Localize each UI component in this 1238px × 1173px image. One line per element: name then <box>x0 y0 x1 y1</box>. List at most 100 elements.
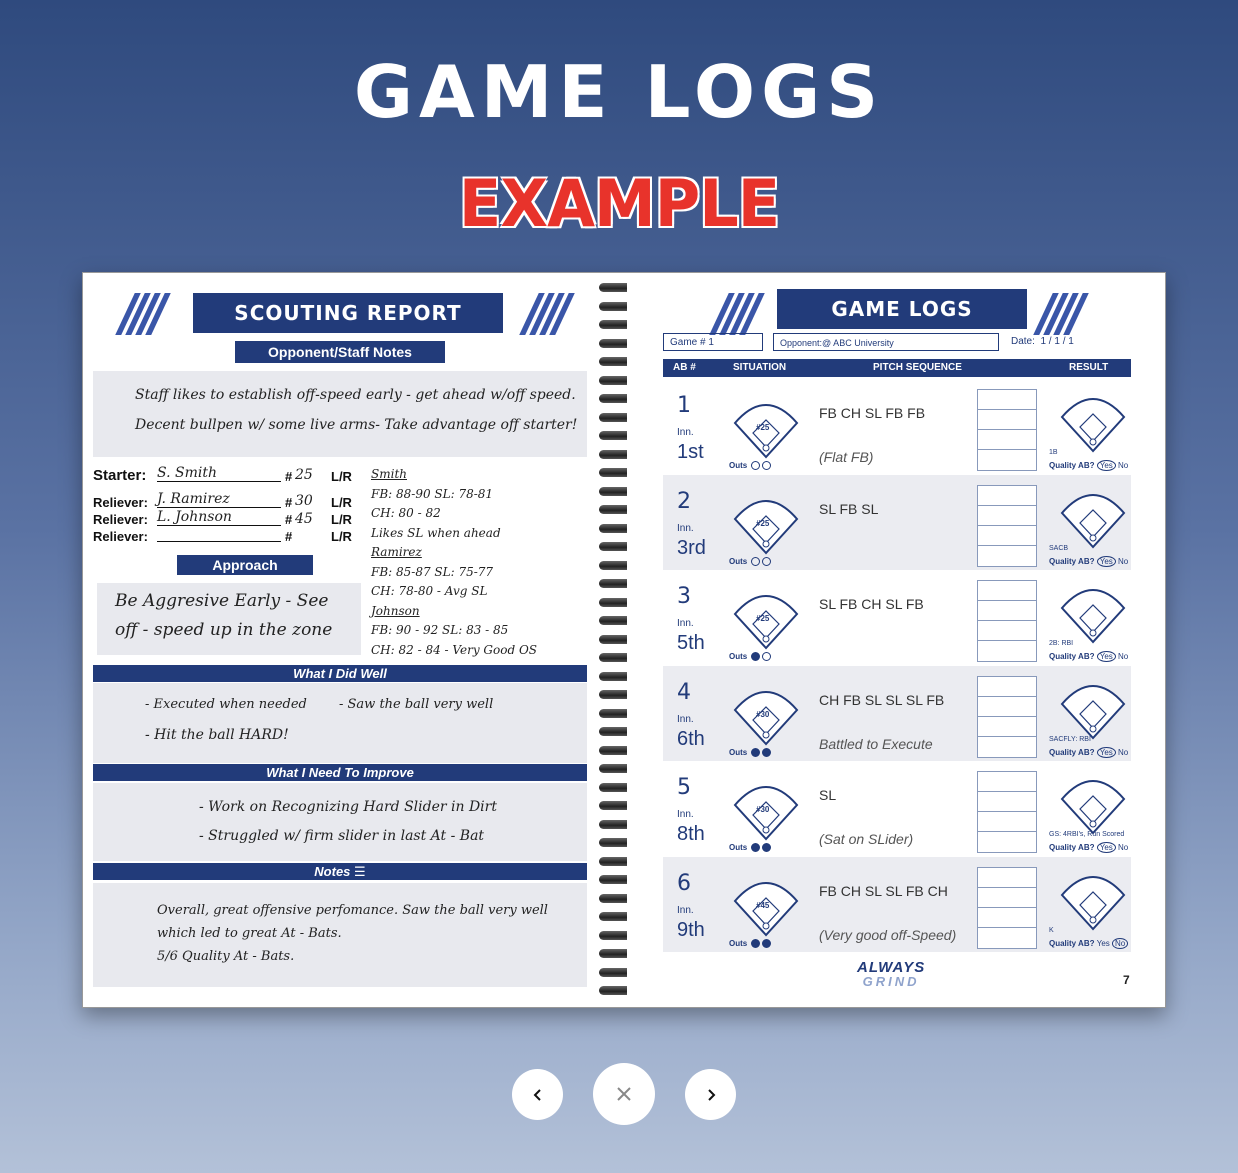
inning: 1st <box>677 441 704 463</box>
count-box <box>977 866 1037 949</box>
staff-note: Staff likes to establish off-speed early… <box>135 387 576 403</box>
pitcher-hash: # <box>285 529 293 544</box>
notes-header: Notes ☰ <box>93 863 587 880</box>
game-number-field: Game # 1 <box>663 333 763 351</box>
situation-diamond-icon: #25 <box>731 393 801 459</box>
approach-header: Approach <box>177 555 313 575</box>
ab-number: 2 <box>677 488 691 514</box>
left-page: SCOUTING REPORT Opponent/Staff Notes Sta… <box>83 273 621 1007</box>
count-box <box>977 389 1037 471</box>
improve-item: - Work on Recognizing Hard Slider in Dir… <box>199 799 497 815</box>
pitcher-role: Starter: <box>93 467 147 484</box>
result-field-icon <box>1058 769 1128 835</box>
pitch-sequence: FB CH SL FB FB <box>819 405 926 421</box>
pitcher-hash: # <box>285 495 293 510</box>
pitch-sequence: CH FB SL SL SL FB <box>819 691 945 708</box>
pitch-note: (Very good off-Speed) <box>819 926 957 943</box>
quality-ab: Quality AB? Yes No <box>1049 842 1129 853</box>
result-text: 1B <box>1049 449 1058 456</box>
opponent-field: Opponent:@ ABC University <box>773 333 999 351</box>
ab-number: 1 <box>677 393 691 418</box>
notebook-image: SCOUTING REPORT Opponent/Staff Notes Sta… <box>82 272 1166 1008</box>
result-field-icon <box>1058 387 1128 453</box>
chevron-right-icon <box>707 1088 715 1101</box>
opponent-notes-header: Opponent/Staff Notes <box>235 341 445 363</box>
pitcher-hand: L/R <box>331 469 352 484</box>
result-text: K <box>1049 926 1054 934</box>
staff-note: Decent bullpen w/ some live arms- Take a… <box>135 417 578 433</box>
pitcher-hand: L/R <box>331 512 352 527</box>
count-box <box>977 580 1037 662</box>
inning: 8th <box>677 823 705 845</box>
did-well-item: - Saw the ball very well <box>339 697 494 712</box>
inn-label: Inn. <box>677 809 694 820</box>
notes-text: Overall, great offensive perfomance. Saw… <box>157 903 548 964</box>
pitcher-name: S. Smith <box>157 465 281 482</box>
ab-number: 5 <box>677 775 691 800</box>
situation-diamond-icon: #25 <box>731 584 801 650</box>
pitcher-number: 30 <box>295 493 313 509</box>
quality-ab: Quality AB? Yes No <box>1049 937 1129 949</box>
ab-number: 3 <box>677 584 691 609</box>
pitcher-hand: L/R <box>331 529 352 544</box>
pitch-sequence: SL <box>819 787 837 803</box>
inn-label: Inn. <box>677 522 694 534</box>
inning: 6th <box>677 727 705 750</box>
always-grind-logo: ALWAYS GRIND <box>857 959 926 989</box>
column-headers: AB # SITUATION PITCH SEQUENCE RESULT <box>663 359 1131 377</box>
outs-indicator: Outs <box>729 748 772 757</box>
at-bat-row: 6 Inn. 9th #45 Outs FB CH SL SL FB CH (Very g… <box>663 856 1131 952</box>
page-number: 7 <box>1123 973 1130 987</box>
result-field-icon <box>1058 578 1128 644</box>
pitch-note: Battled to Execute <box>819 735 933 752</box>
approach-text: Be Aggresive Early - See off - speed up … <box>115 591 333 640</box>
pitcher-name-line <box>157 527 281 542</box>
prev-button[interactable] <box>512 1069 563 1120</box>
date-field: Date: 1 / 1 / 1 <box>1011 336 1074 347</box>
result-field-icon <box>1058 865 1128 931</box>
quality-ab: Quality AB? Yes No <box>1049 460 1129 471</box>
result-field-icon <box>1058 674 1128 740</box>
quality-ab: Quality AB? Yes No <box>1049 555 1129 567</box>
inning: 9th <box>677 918 705 941</box>
pitcher-role: Reliever: <box>93 512 148 527</box>
situation-diamond-icon: #30 <box>731 775 801 841</box>
ab-number: 6 <box>677 870 691 896</box>
game-logs-header: GAME LOGS <box>777 289 1027 329</box>
count-box <box>977 484 1037 567</box>
pitch-sequence: SL FB SL <box>819 500 879 517</box>
at-bat-row: 2 Inn. 3rd #25 Outs SL FB SL SACB Quality AB? … <box>663 474 1131 570</box>
at-bat-row: 5 Inn. 8th #30 Outs SL (Sat on SLider) GS: 4RB… <box>663 761 1131 856</box>
situation-diamond-icon: #25 <box>731 489 801 554</box>
pitcher-hash: # <box>285 469 293 484</box>
pitch-sequence: FB CH SL SL FB CH <box>819 882 948 899</box>
inning: 3rd <box>677 536 706 559</box>
result-text: 2B: RBI <box>1049 640 1074 647</box>
pitcher-role: Reliever: <box>93 495 148 510</box>
outs-indicator: Outs <box>729 652 772 662</box>
quality-ab: Quality AB? Yes No <box>1049 651 1129 662</box>
outs-indicator: Outs <box>729 557 772 566</box>
did-well-item: - Hit the ball HARD! <box>145 727 289 743</box>
did-well-header: What I Did Well <box>93 665 587 682</box>
next-button[interactable] <box>685 1069 736 1120</box>
count-box <box>977 675 1037 758</box>
close-button[interactable] <box>593 1063 655 1125</box>
improve-header: What I Need To Improve <box>93 764 587 781</box>
inning: 5th <box>677 632 705 654</box>
right-page: GAME LOGS Game # 1 Opponent:@ ABC Univer… <box>627 273 1165 1007</box>
pitcher-number: 25 <box>295 467 313 483</box>
outs-indicator: Outs <box>729 843 772 853</box>
ab-number: 4 <box>677 679 691 705</box>
pitcher-notes: Smith FB: 88-90 SL: 78-81 CH: 80 - 82 Li… <box>371 467 537 657</box>
situation-diamond-icon: #30 <box>731 680 801 745</box>
result-text: SACB <box>1049 544 1069 552</box>
inn-label: Inn. <box>677 427 694 438</box>
at-bat-row: 4 Inn. 6th #30 Outs CH FB SL SL SL FB Battled… <box>663 665 1131 761</box>
inn-label: Inn. <box>677 713 694 725</box>
inn-label: Inn. <box>677 618 694 629</box>
pitch-sequence: SL FB CH SL FB <box>819 596 924 612</box>
count-box <box>977 771 1037 853</box>
outs-indicator: Outs <box>729 939 772 948</box>
at-bat-row: 3 Inn. 5th #25 Outs SL FB CH SL FB 2B: RBI Qua… <box>663 570 1131 665</box>
